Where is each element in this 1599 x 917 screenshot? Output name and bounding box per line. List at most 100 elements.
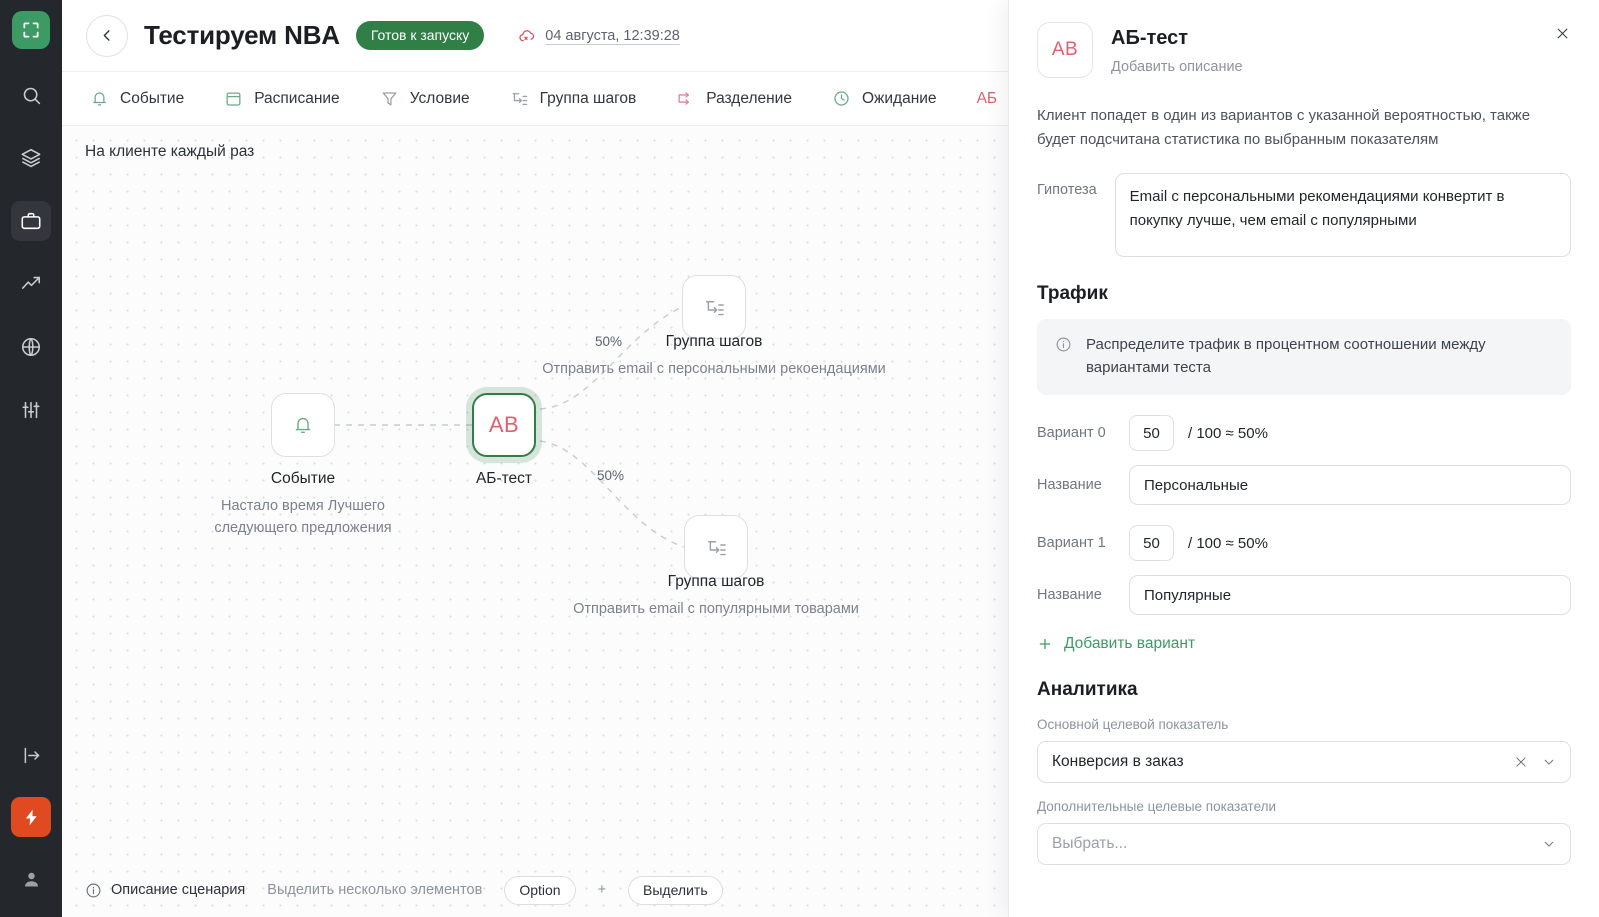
status-badge[interactable]: Готов к запуску — [355, 21, 485, 50]
tool-split[interactable]: Разделение — [676, 89, 792, 108]
variant-1-fraction: / 100 ≈ 50% — [1188, 534, 1268, 552]
rail-item-scenarios[interactable] — [11, 201, 51, 241]
clear-icon[interactable] — [1514, 755, 1528, 769]
tool-steps-group[interactable]: Группа шагов — [510, 89, 637, 108]
steps-group-icon — [705, 536, 728, 559]
tool-schedule-label: Расписание — [254, 89, 340, 107]
variant-0-name-row: Название Персональные — [1037, 465, 1571, 506]
flow-node-group-bottom-title: Группа шагов — [667, 573, 765, 590]
panel-header: AB АБ-тест Добавить описание — [1037, 0, 1571, 78]
app-root: Тестируем NBA Готов к запуску 04 августа… — [0, 0, 1599, 917]
variant-1-label: Вариант 1 — [1037, 535, 1106, 552]
variant-1-weight-input[interactable]: 50 — [1129, 525, 1174, 562]
info-icon — [1055, 336, 1072, 379]
filter-icon — [380, 89, 399, 108]
rail-item-profile[interactable] — [11, 859, 51, 899]
trending-up-icon — [20, 273, 42, 295]
rail-item-settings[interactable] — [11, 390, 51, 430]
primary-metric-actions — [1514, 755, 1556, 769]
flow-node-group-bottom-subtitle: Отправить email с популярными товарами — [573, 601, 859, 617]
ab-icon: AB — [488, 412, 520, 437]
extra-metric-label: Дополнительные целевые показатели — [1037, 799, 1277, 815]
app-logo-icon[interactable] — [12, 11, 50, 49]
flow-node-group-top-title: Группа шагов — [665, 333, 763, 350]
search-icon — [21, 85, 42, 106]
hypothesis-input[interactable]: Email с персональными рекомендациями кон… — [1114, 173, 1571, 258]
edge-label-bottom: 50% — [597, 468, 625, 483]
canvas-trigger-label: На клиенте каждый раз — [85, 143, 255, 160]
user-icon — [21, 869, 42, 890]
traffic-section-title: Трафик — [1037, 283, 1108, 305]
variant-0-name-input[interactable]: Персональные — [1129, 465, 1571, 506]
rail-item-quick-actions[interactable] — [11, 797, 51, 837]
traffic-info-text: Распределите трафик в процентном соотнош… — [1086, 336, 1486, 376]
scenario-description-button[interactable]: Описание сценария — [85, 882, 245, 899]
tool-steps-group-label: Группа шагов — [539, 89, 637, 107]
layers-icon — [20, 147, 42, 169]
analytics-section-title: Аналитика — [1037, 679, 1138, 701]
globe-icon — [20, 336, 42, 358]
key-chip-select[interactable]: Выделить — [628, 875, 723, 905]
variant-0-name-label: Название — [1037, 477, 1102, 494]
variant-0-weight-input[interactable]: 50 — [1129, 415, 1174, 452]
panel-avatar: AB — [1037, 22, 1093, 78]
add-description-button[interactable]: Добавить описание — [1111, 59, 1243, 75]
primary-metric-select[interactable]: Конверсия в заказ — [1037, 741, 1571, 784]
key-plus-separator: + — [597, 882, 607, 898]
primary-metric-label: Основной целевой показатель — [1037, 717, 1229, 733]
chevron-down-icon[interactable] — [1542, 837, 1556, 851]
tool-condition[interactable]: Условие — [380, 89, 470, 108]
back-button[interactable] — [86, 14, 128, 57]
flow-node-event-subtitle: Настало время Лучшего следующего предлож… — [214, 498, 392, 537]
variant-0-row: Вариант 0 50 / 100 ≈ 50% — [1037, 415, 1571, 452]
close-panel-button[interactable] — [1549, 20, 1575, 46]
last-saved-time: 04 августа, 12:39:28 — [545, 27, 680, 44]
tool-wait-label: Ожидание — [861, 89, 937, 107]
clock-icon — [832, 89, 851, 108]
tool-ab-test[interactable]: АБ — [977, 90, 998, 108]
page-title: Тестируем NBA — [144, 20, 340, 50]
rail-item-search[interactable] — [11, 75, 51, 115]
variant-1-name-row: Название Популярные — [1037, 575, 1571, 616]
tool-schedule[interactable]: Расписание — [224, 89, 340, 108]
hypothesis-label: Гипотеза — [1037, 182, 1097, 199]
panel-intro-text: Клиент попадет в один из вариантов с ука… — [1037, 107, 1531, 148]
variant-0-label: Вариант 0 — [1037, 425, 1106, 442]
key-chip-option[interactable]: Option — [504, 875, 576, 905]
lightning-icon — [22, 808, 41, 827]
variant-1-name-input[interactable]: Популярные — [1129, 575, 1571, 616]
rail-item-analytics[interactable] — [11, 264, 51, 304]
cloud-error-icon — [518, 26, 537, 45]
flow-node-group-bottom[interactable] — [684, 515, 748, 579]
scenario-description-label: Описание сценария — [111, 882, 246, 898]
main-area: Тестируем NBA Готов к запуску 04 августа… — [62, 0, 1599, 917]
logout-icon — [21, 745, 42, 766]
chevron-down-icon[interactable] — [1542, 755, 1556, 769]
steps-group-icon — [703, 296, 726, 319]
variant-1-name-label: Название — [1037, 587, 1102, 604]
edge-label-top: 50% — [595, 334, 623, 349]
flow-node-event-title: Событие — [270, 470, 336, 487]
flow-node-group-top[interactable] — [682, 275, 746, 339]
tool-wait[interactable]: Ожидание — [832, 89, 937, 108]
node-settings-panel: AB АБ-тест Добавить описание Клиент попа… — [1008, 0, 1599, 917]
tool-condition-label: Условие — [409, 89, 470, 107]
flow-node-group-top-subtitle: Отправить email с персональными рекоенда… — [542, 361, 886, 377]
rail-item-layers[interactable] — [11, 138, 51, 178]
briefcase-icon — [20, 210, 42, 232]
bell-icon — [90, 89, 109, 108]
flow-node-ab-test[interactable]: AB — [472, 393, 536, 457]
tool-event[interactable]: Событие — [90, 89, 184, 108]
extra-metric-select[interactable]: Выбрать... — [1037, 823, 1571, 866]
panel-header-text: АБ-тест Добавить описание — [1111, 22, 1243, 75]
last-saved[interactable]: 04 августа, 12:39:28 — [518, 26, 680, 45]
flow-node-event[interactable] — [271, 393, 335, 457]
rail-item-logout[interactable] — [11, 735, 51, 775]
primary-metric-value: Конверсия в заказ — [1052, 753, 1184, 771]
hypothesis-row: Гипотеза Email с персональными рекоменда… — [1037, 173, 1571, 258]
tool-event-label: Событие — [120, 89, 185, 107]
rail-item-channels[interactable] — [11, 327, 51, 367]
rail-bottom-group — [0, 735, 62, 899]
add-variant-button[interactable]: Добавить вариант — [1037, 635, 1571, 653]
rail-top-group — [11, 75, 51, 430]
